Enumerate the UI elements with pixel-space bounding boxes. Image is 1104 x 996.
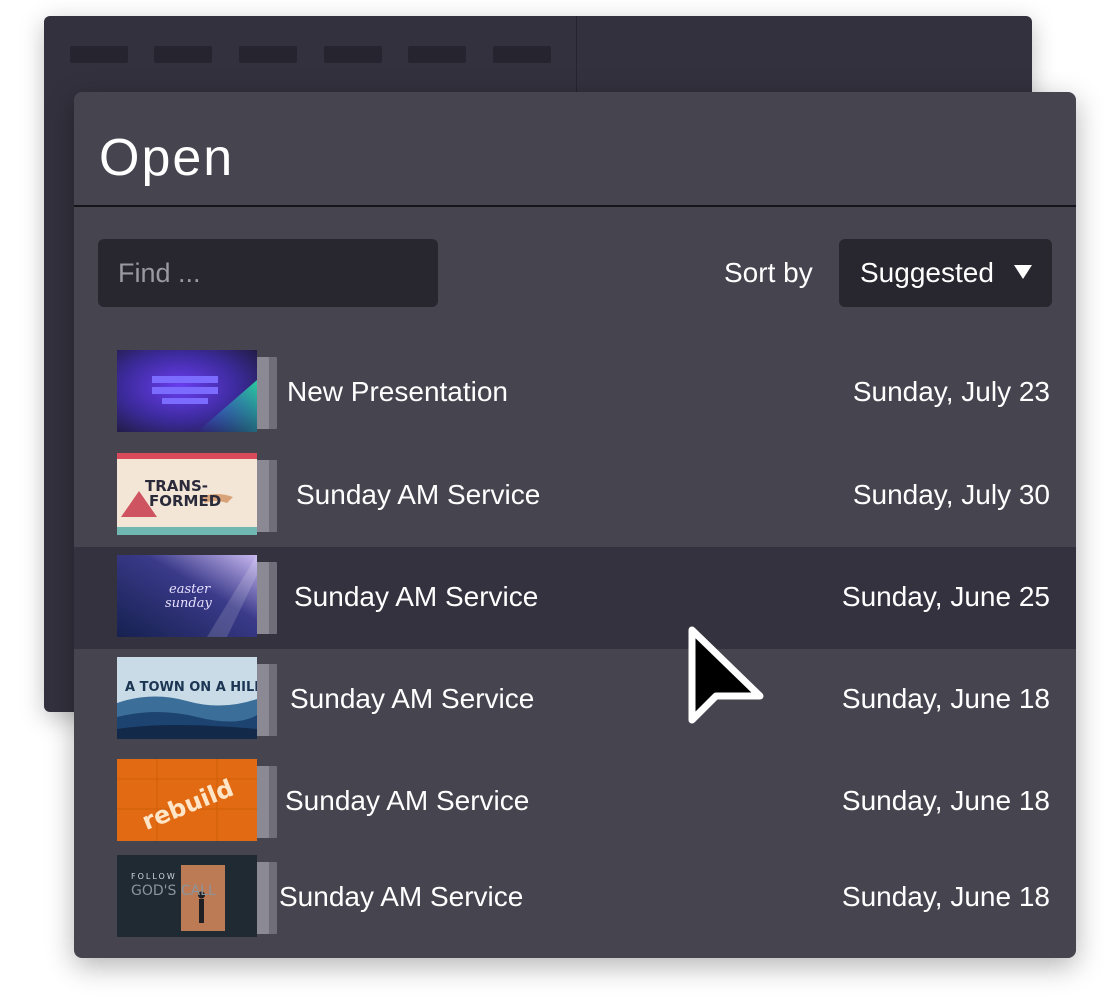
file-name: Sunday AM Service [279, 881, 524, 912]
menu-placeholder-5 [408, 46, 466, 63]
menu-placeholder-4 [324, 46, 382, 63]
title-divider [74, 205, 1076, 207]
caret-down-icon [1014, 265, 1032, 279]
file-date: Sunday, June 25 [841, 581, 1050, 612]
mouse-cursor-icon [688, 626, 764, 724]
file-row-selected[interactable]: easter sunday Sunday AM Service Sunday, … [74, 547, 1076, 649]
thumbnail-stack [117, 350, 277, 436]
menu-placeholder-2 [154, 46, 212, 63]
menu-placeholder-1 [70, 46, 128, 63]
file-row[interactable]: New Presentation Sunday, July 23 [74, 342, 1076, 444]
follow-title-line1: FOLLOW [131, 872, 177, 881]
easter-title-line2: sunday [165, 596, 212, 611]
follow-title-line2: GOD'S CALL [131, 883, 216, 899]
sort-by-label: Sort by [724, 257, 813, 288]
open-dialog: Open Sort by Suggested [74, 92, 1076, 958]
file-name: Sunday AM Service [285, 785, 530, 816]
file-date: Sunday, July 30 [852, 479, 1050, 510]
menu-placeholder-6 [493, 46, 551, 63]
file-date: Sunday, June 18 [841, 881, 1050, 912]
file-row[interactable]: FOLLOW GOD'S CALL Sunday AM Service Sund… [74, 847, 1076, 949]
file-row[interactable]: TRANS- FORMED Sunday AM Service Sunday, … [74, 445, 1076, 547]
file-row[interactable]: rebuild Sunday AM Service Sunday, June 1… [74, 751, 1076, 853]
file-name: Sunday AM Service [296, 479, 541, 510]
thumbnail-stack: rebuild [117, 759, 277, 845]
menu-placeholder-3 [239, 46, 297, 63]
easter-sunday-thumbnail: easter sunday [117, 555, 257, 637]
easter-title-line1: easter [169, 582, 211, 597]
sort-dropdown[interactable]: Suggested [839, 239, 1052, 307]
sort-selected-value: Suggested [860, 257, 994, 288]
toolbar-divider [576, 16, 577, 94]
file-name: Sunday AM Service [290, 683, 535, 714]
transformed-thumbnail: TRANS- FORMED [117, 453, 257, 535]
follow-gods-call-thumbnail: FOLLOW GOD'S CALL [117, 855, 257, 937]
thumbnail-stack: easter sunday [117, 555, 277, 641]
file-row[interactable]: A TOWN ON A HILL Sunday AM Service Sunda… [74, 649, 1076, 751]
file-date: Sunday, June 18 [841, 683, 1050, 714]
file-name: Sunday AM Service [294, 581, 539, 612]
town-title: A TOWN ON A HILL [125, 680, 257, 695]
transformed-title-line2: FORMED [149, 492, 221, 510]
new-presentation-thumbnail [117, 350, 257, 432]
file-date: Sunday, June 18 [841, 785, 1050, 816]
rebuild-thumbnail: rebuild [117, 759, 257, 841]
file-name: New Presentation [287, 376, 509, 407]
a-town-on-a-hill-thumbnail: A TOWN ON A HILL [117, 657, 257, 739]
dialog-title: Open [99, 129, 235, 187]
thumbnail-stack: FOLLOW GOD'S CALL [117, 855, 277, 941]
find-input[interactable] [98, 239, 438, 307]
thumbnail-stack: TRANS- FORMED [117, 453, 277, 539]
thumbnail-stack: A TOWN ON A HILL [117, 657, 277, 743]
file-date: Sunday, July 23 [852, 376, 1050, 407]
